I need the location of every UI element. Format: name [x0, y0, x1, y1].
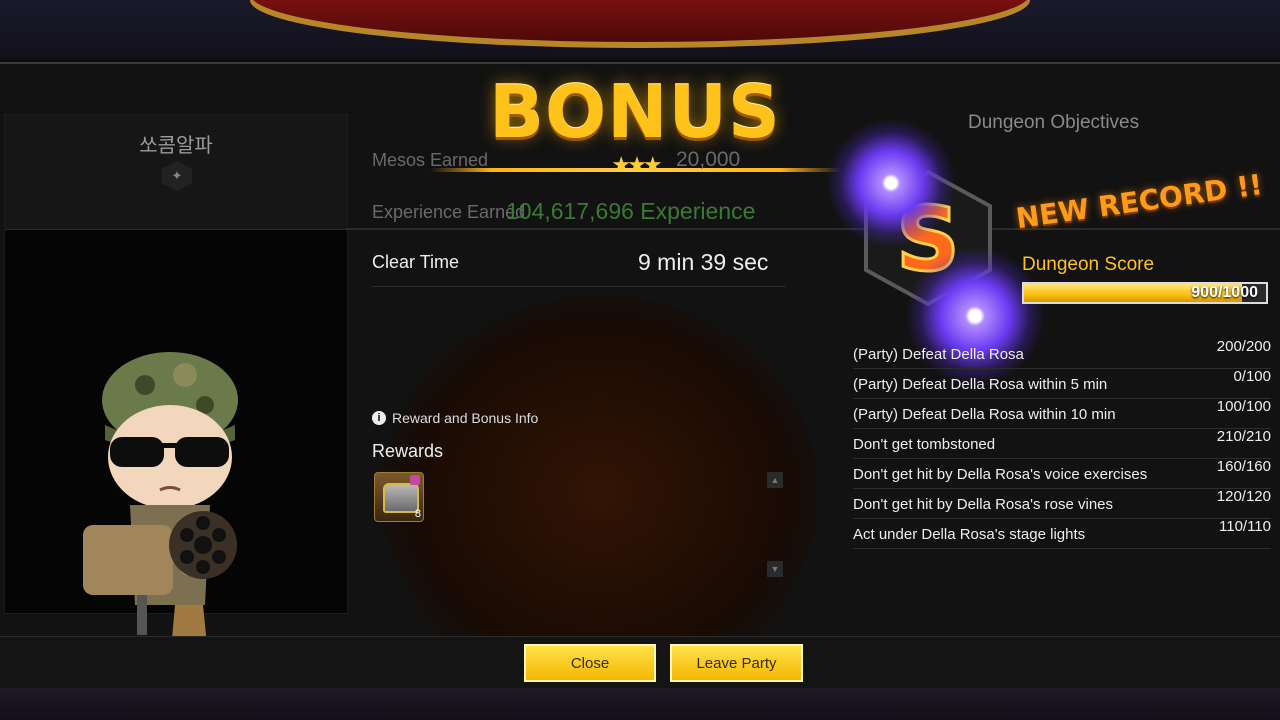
divider	[372, 286, 786, 287]
objective-score: 200/200	[1216, 338, 1271, 355]
mesos-value: 20,000	[676, 148, 741, 171]
objective-row: (Party) Defeat Della Rosa within 5 min 0/…	[853, 368, 1271, 399]
bonus-title: BONUS	[489, 70, 781, 154]
guild-emblem-icon: ✦	[162, 161, 192, 191]
stage-curtain	[250, 0, 1030, 48]
objective-score: 160/160	[1216, 458, 1271, 475]
character-header: 쏘콤알파 ✦	[5, 115, 347, 230]
firework-effect	[826, 118, 956, 248]
scroll-down-button[interactable]: ▼	[767, 561, 783, 577]
objective-row: (Party) Defeat Della Rosa 200/200	[853, 338, 1271, 369]
character-name: 쏘콤알파	[139, 135, 213, 157]
reward-info-label: Reward and Bonus Info	[392, 410, 539, 426]
experience-label: Experience Earned	[372, 202, 526, 222]
objective-name: (Party) Defeat Della Rosa within 5 min	[853, 376, 1108, 393]
objective-score: 120/120	[1216, 488, 1271, 505]
objective-row: (Party) Defeat Della Rosa within 10 min 1…	[853, 398, 1271, 429]
item-tag-icon	[410, 475, 420, 485]
character-avatar	[83, 352, 238, 650]
reward-info-link[interactable]: i Reward and Bonus Info	[372, 410, 538, 426]
objective-score: 100/100	[1216, 398, 1271, 415]
stars-icon: ★★★	[611, 152, 662, 177]
leave-party-button[interactable]: Leave Party	[670, 644, 803, 682]
dungeon-score-value: 900/1000	[1191, 284, 1258, 301]
objective-row: Act under Della Rosa's stage lights 110/1…	[853, 518, 1271, 549]
objective-row: Don't get hit by Della Rosa's voice exer…	[853, 458, 1271, 489]
reward-quantity: 8	[414, 508, 421, 520]
info-icon: i	[372, 411, 386, 425]
background-glow	[380, 294, 820, 694]
clear-time-label: Clear Time	[372, 252, 460, 272]
stage-floor	[0, 688, 1280, 720]
experience-value: 104,617,696 Experience	[506, 198, 756, 224]
character-card: 쏘콤알파 ✦	[4, 114, 348, 650]
dungeon-score-bar: 900/1000	[1022, 282, 1268, 304]
reward-item[interactable]: 8	[374, 472, 424, 522]
objective-name: Don't get hit by Della Rosa's voice exer…	[853, 466, 1148, 483]
stage-background	[0, 0, 1280, 60]
objectives-title: Dungeon Objectives	[968, 112, 1140, 133]
objective-row: Don't get hit by Della Rosa's rose vines…	[853, 488, 1271, 519]
objective-score: 0/100	[1233, 368, 1271, 385]
mesos-label: Mesos Earned	[372, 150, 489, 170]
objective-row: Don't get tombstoned 210/210	[853, 428, 1271, 459]
header-divider	[346, 228, 1280, 230]
clear-time-value: 9 min 39 sec	[638, 249, 769, 275]
objective-name: Don't get hit by Della Rosa's rose vines	[853, 496, 1114, 513]
objective-score: 110/110	[1219, 518, 1271, 535]
objective-score: 210/210	[1216, 428, 1271, 445]
dungeon-score-label: Dungeon Score	[1022, 254, 1155, 275]
objective-name: (Party) Defeat Della Rosa within 10 min	[853, 406, 1116, 423]
rewards-title: Rewards	[372, 441, 444, 461]
close-button[interactable]: Close	[524, 644, 656, 682]
treasure-chest-icon	[383, 483, 419, 513]
objective-name: Don't get tombstoned	[853, 436, 996, 453]
scroll-up-button[interactable]: ▲	[767, 472, 783, 488]
objective-name: (Party) Defeat Della Rosa	[853, 346, 1024, 363]
objective-name: Act under Della Rosa's stage lights	[853, 526, 1086, 543]
